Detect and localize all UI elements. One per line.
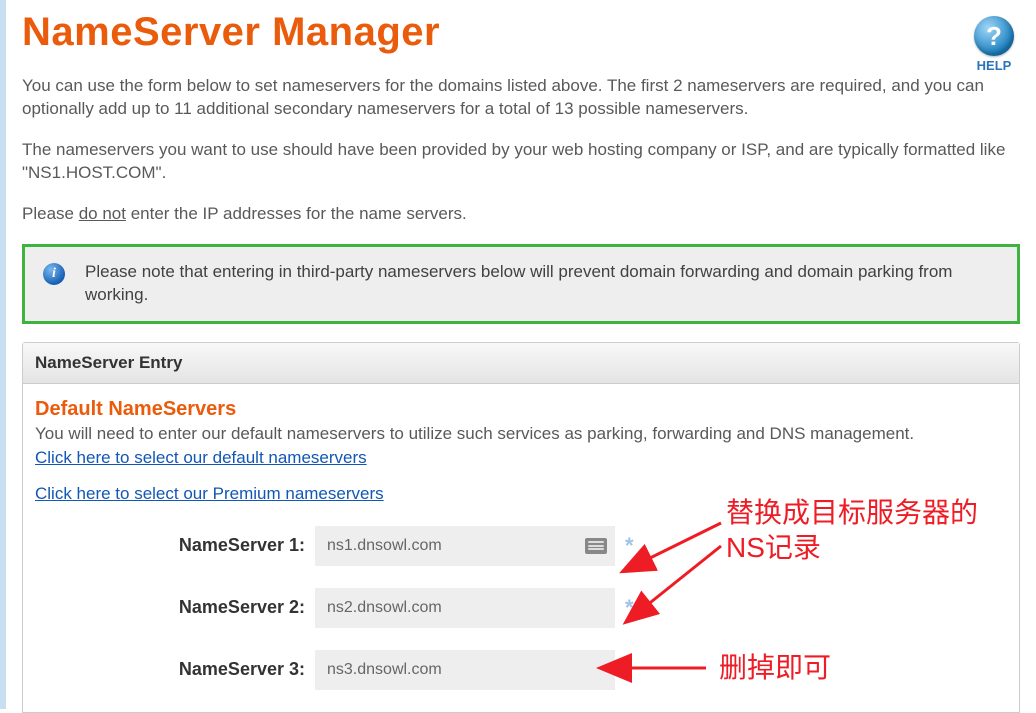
- nameserver-2-input[interactable]: [315, 588, 615, 628]
- intro-paragraph-3: Please do not enter the IP addresses for…: [22, 203, 1020, 226]
- nameserver-1-label: NameServer 1:: [35, 535, 305, 556]
- nameserver-1-input[interactable]: [315, 526, 615, 566]
- select-premium-nameservers-link[interactable]: Click here to select our Premium nameser…: [35, 484, 384, 504]
- nameserver-2-label: NameServer 2:: [35, 597, 305, 618]
- help-link[interactable]: HELP: [974, 58, 1014, 73]
- info-icon: i: [43, 263, 65, 285]
- intro-paragraph-1: You can use the form below to set namese…: [22, 75, 1020, 121]
- required-mark: *: [625, 595, 634, 621]
- required-mark: *: [625, 533, 634, 559]
- intro-paragraph-2: The nameservers you want to use should h…: [22, 139, 1020, 185]
- nameserver-3-input[interactable]: [315, 650, 615, 690]
- nameserver-entry-panel: NameServer Entry Default NameServers You…: [22, 342, 1020, 713]
- nameserver-3-label: NameServer 3:: [35, 659, 305, 680]
- notice-box: i Please note that entering in third-par…: [22, 244, 1020, 324]
- panel-header: NameServer Entry: [23, 343, 1019, 384]
- contact-card-icon[interactable]: [585, 538, 607, 554]
- help-icon[interactable]: ?: [974, 16, 1014, 56]
- page-title: NameServer Manager: [22, 10, 440, 55]
- select-default-nameservers-link[interactable]: Click here to select our default nameser…: [35, 448, 367, 468]
- default-nameservers-desc: You will need to enter our default names…: [35, 423, 1007, 446]
- default-nameservers-heading: Default NameServers: [35, 398, 1007, 421]
- notice-text: Please note that entering in third-party…: [85, 261, 1005, 307]
